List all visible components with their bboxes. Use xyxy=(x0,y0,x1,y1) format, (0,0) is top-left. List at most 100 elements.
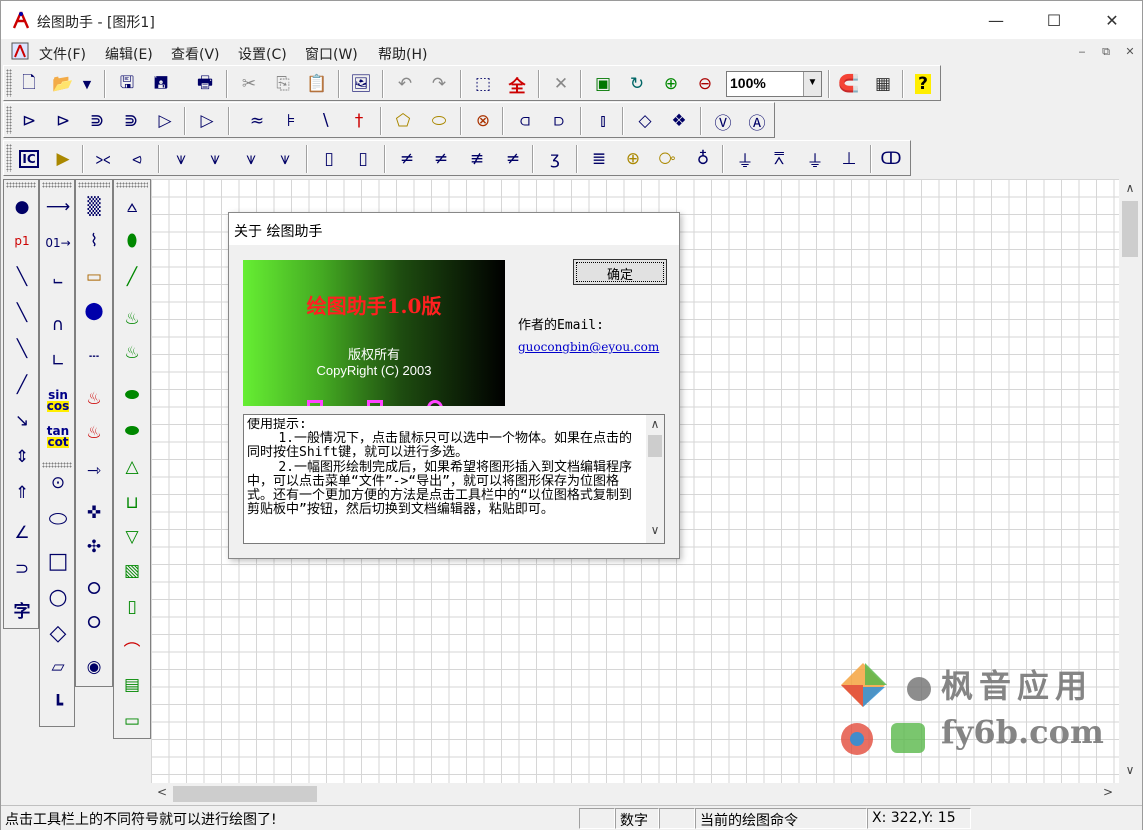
toolbar-grip[interactable] xyxy=(6,106,12,134)
menu-window[interactable]: 窗口(W) xyxy=(305,44,358,64)
bridge-button[interactable]: ◇ xyxy=(630,106,660,136)
tips-scroll-thumb[interactable] xyxy=(648,435,662,457)
paste-button[interactable]: 📋 xyxy=(302,69,332,99)
redo-button[interactable]: ↷ xyxy=(424,69,454,99)
labeled-point-tool[interactable]: p1 xyxy=(6,224,38,258)
dashed-line-tool[interactable]: ┄ xyxy=(78,340,110,374)
not-gate-button[interactable]: ▷ xyxy=(150,106,180,136)
angle-tool[interactable]: ∠ xyxy=(6,516,38,550)
ground-button[interactable]: ⏚ xyxy=(730,144,760,174)
help-button[interactable]: ? xyxy=(908,69,938,99)
open-dropdown-button[interactable]: ▼ xyxy=(78,69,96,99)
menu-file[interactable]: 文件(F) xyxy=(39,44,86,64)
horizontal-scroll-thumb[interactable] xyxy=(173,786,317,802)
scroll-down-icon[interactable]: ∨ xyxy=(1121,763,1139,781)
palette-grip[interactable] xyxy=(78,182,110,188)
vertical-scroll-thumb[interactable] xyxy=(1122,201,1138,257)
function-curve-tool[interactable]: ∩ xyxy=(42,308,74,342)
scroll-down-icon[interactable]: ∨ xyxy=(646,523,664,541)
ammeter-button[interactable]: Ⓐ xyxy=(742,106,772,136)
refresh-button[interactable]: ↻ xyxy=(622,69,652,99)
palette-grip[interactable] xyxy=(116,182,148,188)
dc-source-button[interactable]: ⊕ xyxy=(618,144,648,174)
usage-tips-textarea[interactable]: 使用提示: 1.一般情况下，点击鼠标只可以选中一个物体。如果在点击的同时按住Sh… xyxy=(243,414,665,544)
heating-stand-tool[interactable]: ♨ xyxy=(116,336,148,370)
palette-grip[interactable] xyxy=(6,182,36,188)
save-button[interactable]: 🖫 xyxy=(112,69,142,99)
hatch-surface-tool[interactable]: ▒ xyxy=(78,190,110,224)
point-tool[interactable]: ● xyxy=(6,190,38,224)
ok-button[interactable]: 确定 xyxy=(573,259,667,285)
eye-tool[interactable]: ◉ xyxy=(78,650,110,684)
undo-button[interactable]: ↶ xyxy=(390,69,420,99)
cylinder-tool[interactable]: ▯ xyxy=(116,590,148,624)
terminal-button[interactable]: ♁ xyxy=(688,144,718,174)
wire-button[interactable]: ≈ xyxy=(242,106,272,136)
zoom-dropdown-icon[interactable]: ▼ xyxy=(803,72,821,96)
switch-open-button[interactable]: ⫏ xyxy=(510,106,540,136)
rectangle-tool[interactable]: □ xyxy=(42,544,74,578)
collector-tool[interactable]: ▤ xyxy=(116,668,148,702)
output-port-button[interactable]: ⬠ xyxy=(388,106,418,136)
grid-toggle-button[interactable]: ▦ xyxy=(868,69,898,99)
split-arrows-tool[interactable]: ✣ xyxy=(78,530,110,564)
lens-convex-tool[interactable]: ⭘ xyxy=(78,572,110,606)
ball-tool[interactable]: ⬤ xyxy=(78,294,110,328)
stand-tool[interactable]: ⩟ xyxy=(116,190,148,224)
menu-edit[interactable]: 编辑(E) xyxy=(105,44,153,64)
open-file-button[interactable]: 📂 xyxy=(48,69,78,99)
parallelogram-tool[interactable]: ▱ xyxy=(42,650,74,684)
cart-tool[interactable]: ⨽ xyxy=(42,262,74,296)
tips-scrollbar[interactable]: ∧ ∨ xyxy=(646,415,664,543)
trimmer-capacitor-button[interactable]: ≠ xyxy=(498,144,528,174)
fet-n-button[interactable]: ⩛ xyxy=(166,144,196,174)
reference-button[interactable]: ⊥ xyxy=(834,144,864,174)
fet-p-button[interactable]: ⩛ xyxy=(200,144,230,174)
mosfet-button[interactable]: ⩛ xyxy=(236,144,266,174)
scroll-up-icon[interactable]: ∧ xyxy=(646,417,664,435)
bus-button[interactable]: ⊧ xyxy=(276,106,306,136)
and-gate-button[interactable]: ⊳ xyxy=(14,106,44,136)
menu-settings[interactable]: 设置(C) xyxy=(238,44,287,64)
scroll-up-icon[interactable]: ∧ xyxy=(1121,181,1139,199)
branch-button[interactable]: ∖ xyxy=(310,106,340,136)
text-tool[interactable]: 字 xyxy=(6,592,38,626)
zoom-out-button[interactable]: ⊖ xyxy=(690,69,720,99)
right-angle-tool[interactable]: ┗ xyxy=(42,688,74,722)
bitmap-tool-button[interactable]: ▣ xyxy=(588,69,618,99)
segment-points-tool[interactable]: ╲ xyxy=(6,332,38,366)
delete-button[interactable]: ✕ xyxy=(546,69,576,99)
zoom-select[interactable]: 100% ▼ xyxy=(726,71,822,97)
cut-button[interactable]: ✂ xyxy=(234,69,264,99)
ac-source-button[interactable]: ⧂ xyxy=(652,144,682,174)
flat-flask-tool[interactable]: ⬬ xyxy=(116,414,148,448)
email-link[interactable]: guocongbin@eyou.com xyxy=(518,340,659,354)
round-flask-tool[interactable]: ⬬ xyxy=(116,378,148,412)
bridge-rectifier-button[interactable]: ❖ xyxy=(664,106,694,136)
tan-cot-tool[interactable]: tan cot xyxy=(42,420,74,454)
mdi-close-button[interactable]: ✕ xyxy=(1121,45,1139,61)
buffer-gate-button[interactable]: ▷ xyxy=(192,106,222,136)
arc-tool[interactable]: ⊃ xyxy=(6,552,38,586)
flame-tool[interactable]: ♨ xyxy=(78,416,110,450)
snap-magnet-button[interactable]: 🧲 xyxy=(834,69,864,99)
battery-button[interactable]: ≣ xyxy=(584,144,614,174)
capacitor-button[interactable]: ≠ xyxy=(392,144,422,174)
nor-gate-button[interactable]: ⋑ xyxy=(116,106,146,136)
resistor-button[interactable]: ▯ xyxy=(314,144,344,174)
inductor-button[interactable]: ʒ xyxy=(540,144,570,174)
save-all-button[interactable]: 🖪 xyxy=(146,69,176,99)
candle-tool[interactable]: ♨ xyxy=(78,382,110,416)
select-all-button[interactable]: 全 xyxy=(502,69,532,99)
close-button[interactable]: ✕ xyxy=(1083,1,1141,39)
fuse-button[interactable]: ↀ xyxy=(876,144,906,174)
conical-flask-tool[interactable]: △ xyxy=(116,450,148,484)
variable-capacitor-button[interactable]: ≢ xyxy=(462,144,492,174)
dialog-title-bar[interactable]: 关于 绘图助手 xyxy=(229,213,679,245)
circle-center-tool[interactable]: ⊙ xyxy=(42,466,74,500)
chassis-ground-button[interactable]: ⩞ xyxy=(764,144,794,174)
horizontal-scrollbar[interactable]: < > xyxy=(151,783,1119,805)
nand-gate-button[interactable]: ⊳ xyxy=(48,106,78,136)
menu-view[interactable]: 查看(V) xyxy=(171,44,220,64)
node-button[interactable]: † xyxy=(344,106,374,136)
